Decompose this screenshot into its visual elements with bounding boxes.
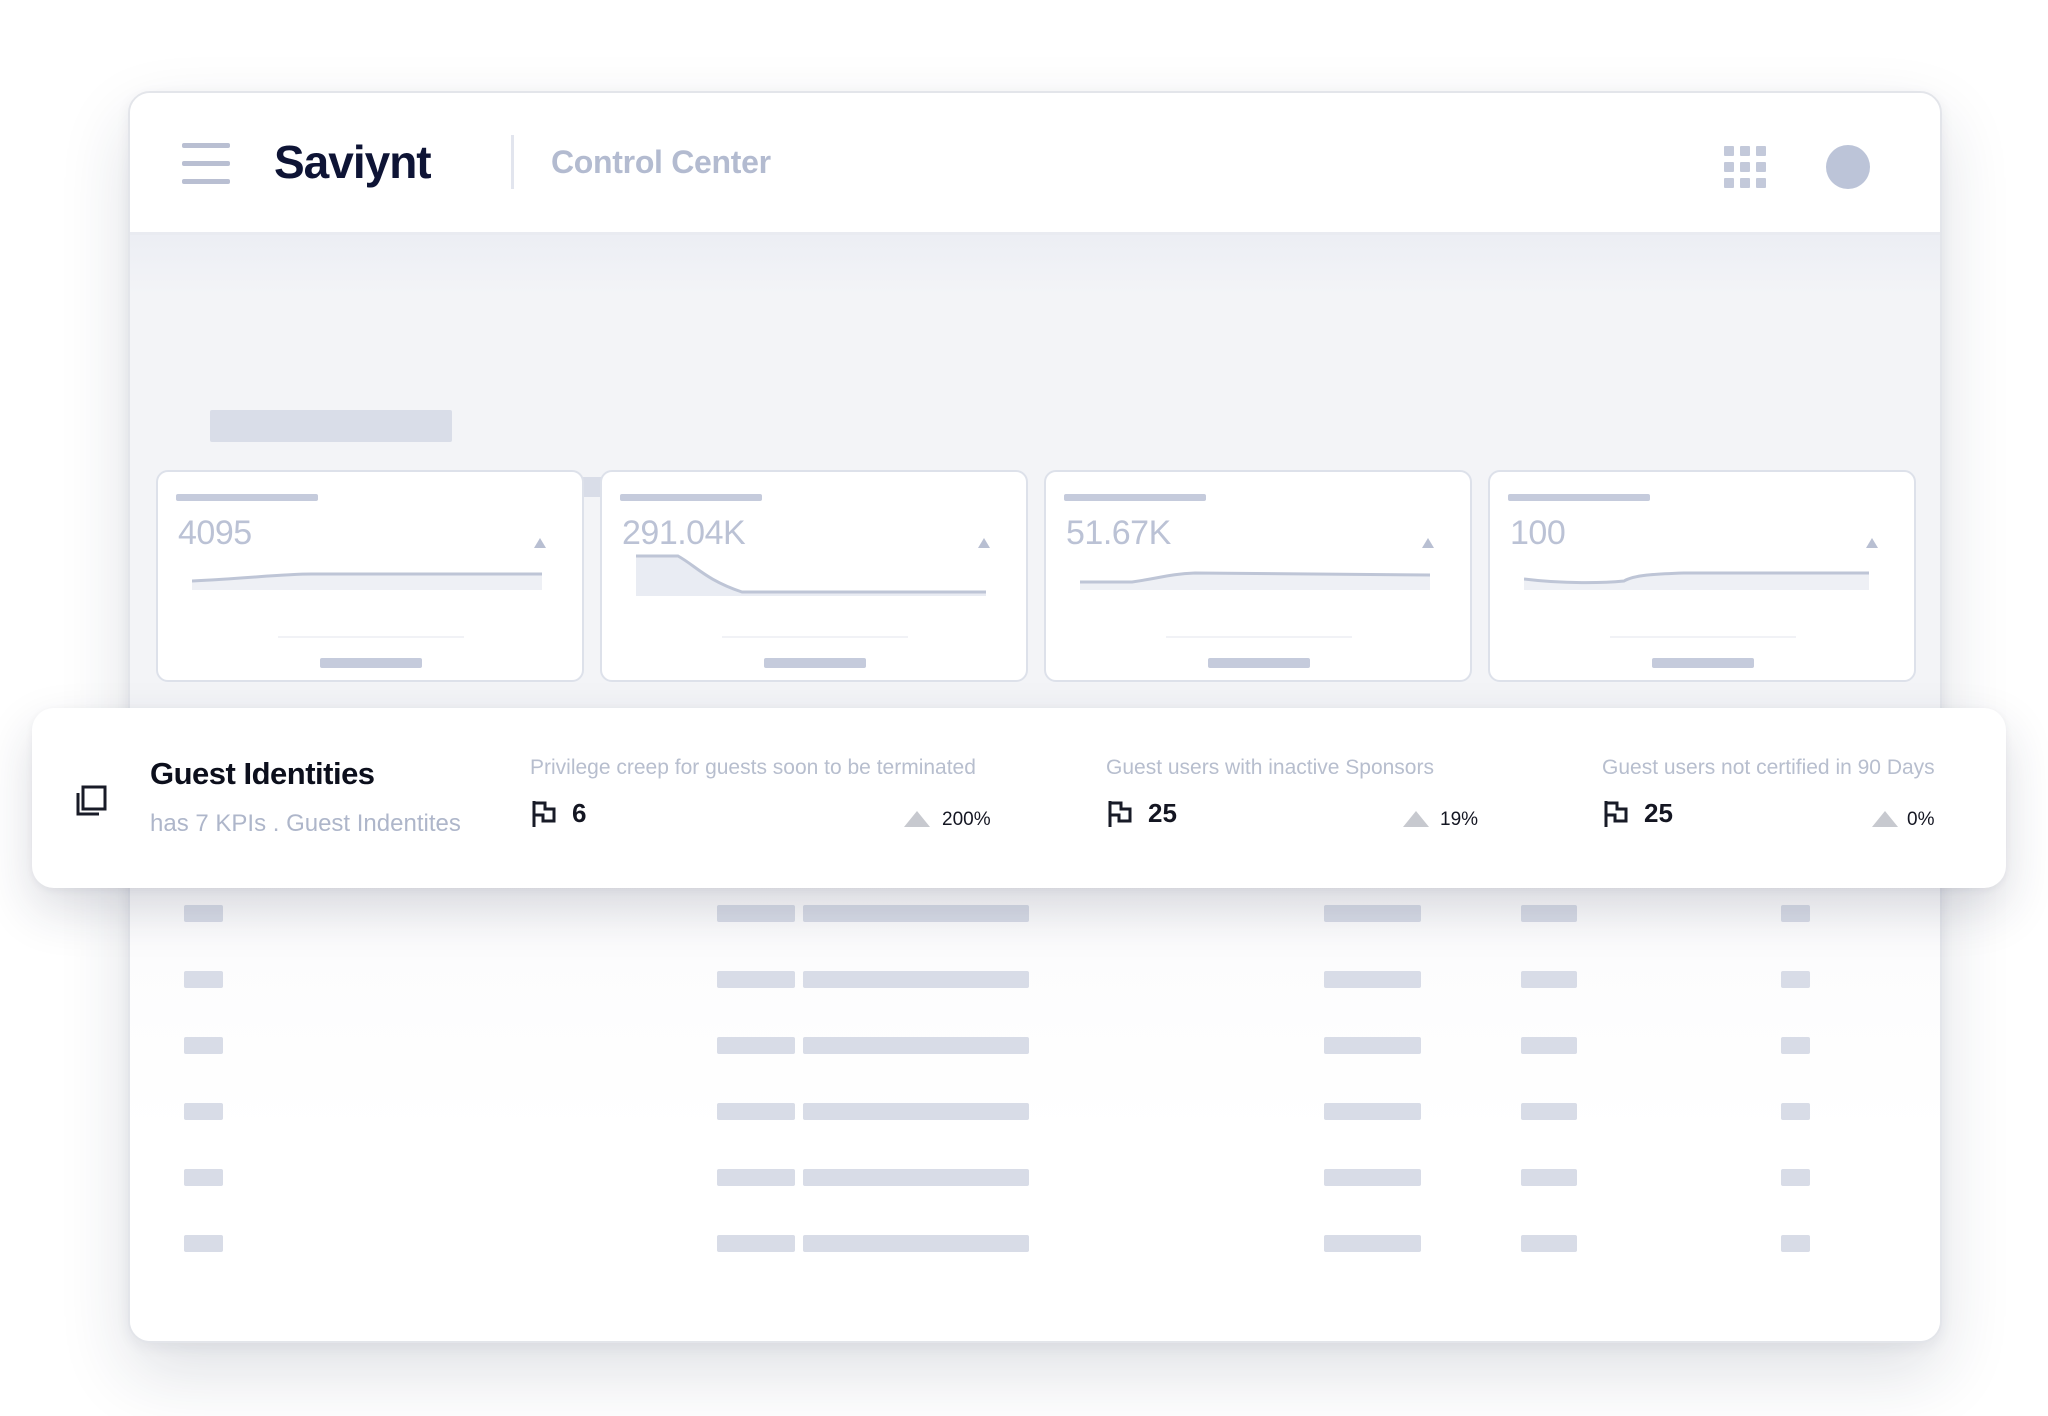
table-cell-placeholder	[1781, 1169, 1810, 1186]
kpi-label: Guest users with inactive Sponsors	[1106, 756, 1434, 779]
kpi-card-footer-placeholder	[1208, 658, 1310, 668]
page-title-placeholder	[210, 410, 452, 442]
grid-icon[interactable]	[1724, 146, 1766, 188]
sparkline	[192, 572, 542, 590]
kpi-card-label-placeholder	[176, 494, 318, 501]
flag-icon	[1604, 801, 1628, 827]
table-cell-placeholder	[717, 1169, 795, 1186]
triangle-up-icon	[1866, 538, 1878, 548]
table-cell-placeholder	[184, 1103, 223, 1120]
top-bar: Saviynt Control Center	[130, 93, 1940, 235]
kpi-card[interactable]: 291.04K	[600, 470, 1028, 682]
sparkline	[636, 554, 986, 596]
avatar[interactable]	[1826, 145, 1870, 189]
table-cell-placeholder	[1521, 1235, 1577, 1252]
kpi-card-axis	[1166, 636, 1352, 638]
header-divider	[511, 135, 514, 189]
kpi-card-footer-placeholder	[320, 658, 422, 668]
kpi-change: 19%	[1440, 809, 1479, 830]
kpi-card-value: 51.67K	[1066, 514, 1171, 552]
table-cell-placeholder	[1781, 1037, 1810, 1054]
kpi-card-axis	[1610, 636, 1796, 638]
kpi-card-footer-placeholder	[1652, 658, 1754, 668]
table-cell-placeholder	[1781, 971, 1810, 988]
kpi-card-label-placeholder	[1508, 494, 1650, 501]
kpi-card-axis	[722, 636, 908, 638]
table-cell-placeholder	[1521, 1103, 1577, 1120]
table-cell-placeholder	[184, 1037, 223, 1054]
kpi-label: Guest users not certified in 90 Days	[1602, 756, 1935, 779]
table-cell-placeholder	[803, 1103, 1029, 1120]
triangle-up-icon	[978, 538, 990, 548]
table-cell-placeholder	[1781, 1103, 1810, 1120]
kpi-card-axis	[278, 636, 464, 638]
kpi-card[interactable]: 4095	[156, 470, 584, 682]
table-cell-placeholder	[184, 1169, 223, 1186]
table-cell-placeholder	[803, 1235, 1029, 1252]
kpi-change: 0%	[1907, 809, 1935, 830]
hamburger-icon[interactable]	[182, 143, 230, 185]
table-cell-placeholder	[803, 971, 1029, 988]
table-cell-placeholder	[184, 905, 223, 922]
table-cell-placeholder	[717, 905, 795, 922]
table-cell-placeholder	[1781, 1235, 1810, 1252]
table-cell-placeholder	[184, 1235, 223, 1252]
guest-identities-card[interactable]: Guest Identities has 7 KPIs . Guest Inde…	[32, 708, 2006, 888]
table-cell-placeholder	[1781, 905, 1810, 922]
table-cell-placeholder	[1521, 971, 1577, 988]
table-cell-placeholder	[184, 971, 223, 988]
table-cell-placeholder	[1324, 971, 1421, 988]
table-cell-placeholder	[717, 1235, 795, 1252]
card-title: Guest Identities	[150, 756, 375, 791]
triangle-up-icon	[534, 538, 546, 548]
kpi-card-label-placeholder	[1064, 494, 1206, 501]
table-cell-placeholder	[717, 1103, 795, 1120]
kpi-change: 200%	[942, 809, 991, 830]
kpi-card-footer-placeholder	[764, 658, 866, 668]
kpi-card[interactable]: 51.67K	[1044, 470, 1472, 682]
kpi-card-value: 100	[1510, 514, 1566, 552]
table-cell-placeholder	[717, 1037, 795, 1054]
table-cell-placeholder	[1324, 1235, 1421, 1252]
kpi-value: 25	[1644, 798, 1673, 828]
kpi-value: 25	[1148, 798, 1177, 828]
triangle-up-icon	[1422, 538, 1434, 548]
table-cell-placeholder	[1324, 1169, 1421, 1186]
copy-icon[interactable]	[74, 784, 108, 818]
app-title: Control Center	[551, 144, 771, 180]
table-cell-placeholder	[1521, 1037, 1577, 1054]
logo[interactable]: Saviynt	[274, 135, 432, 189]
kpi-card-value: 291.04K	[622, 514, 746, 552]
sparkline	[1080, 571, 1430, 590]
kpi-item[interactable]: Guest users not certified in 90 Days 25 …	[1602, 756, 1982, 856]
table-cell-placeholder	[803, 905, 1029, 922]
triangle-up-icon	[904, 811, 930, 827]
table-cell-placeholder	[1521, 1169, 1577, 1186]
kpi-label: Privilege creep for guests soon to be te…	[530, 756, 976, 779]
kpi-value: 6	[572, 798, 587, 828]
kpi-item[interactable]: Privilege creep for guests soon to be te…	[530, 756, 1000, 856]
triangle-up-icon	[1872, 811, 1898, 827]
flag-icon	[532, 801, 556, 827]
kpi-card[interactable]: 100	[1488, 470, 1916, 682]
table-cell-placeholder	[1324, 1037, 1421, 1054]
triangle-up-icon	[1403, 811, 1429, 827]
flag-icon	[1108, 801, 1132, 827]
table-cell-placeholder	[1521, 905, 1577, 922]
table-cell-placeholder	[803, 1169, 1029, 1186]
kpi-item[interactable]: Guest users with inactive Sponsors 25 19…	[1106, 756, 1506, 856]
card-subtitle: has 7 KPIs . Guest Indentites	[150, 810, 461, 837]
table-cell-placeholder	[1324, 905, 1421, 922]
table-cell-placeholder	[1324, 1103, 1421, 1120]
kpi-card-value: 4095	[178, 514, 252, 552]
table-cell-placeholder	[717, 971, 795, 988]
table-cell-placeholder	[803, 1037, 1029, 1054]
sparkline	[1524, 571, 1869, 590]
kpi-card-label-placeholder	[620, 494, 762, 501]
